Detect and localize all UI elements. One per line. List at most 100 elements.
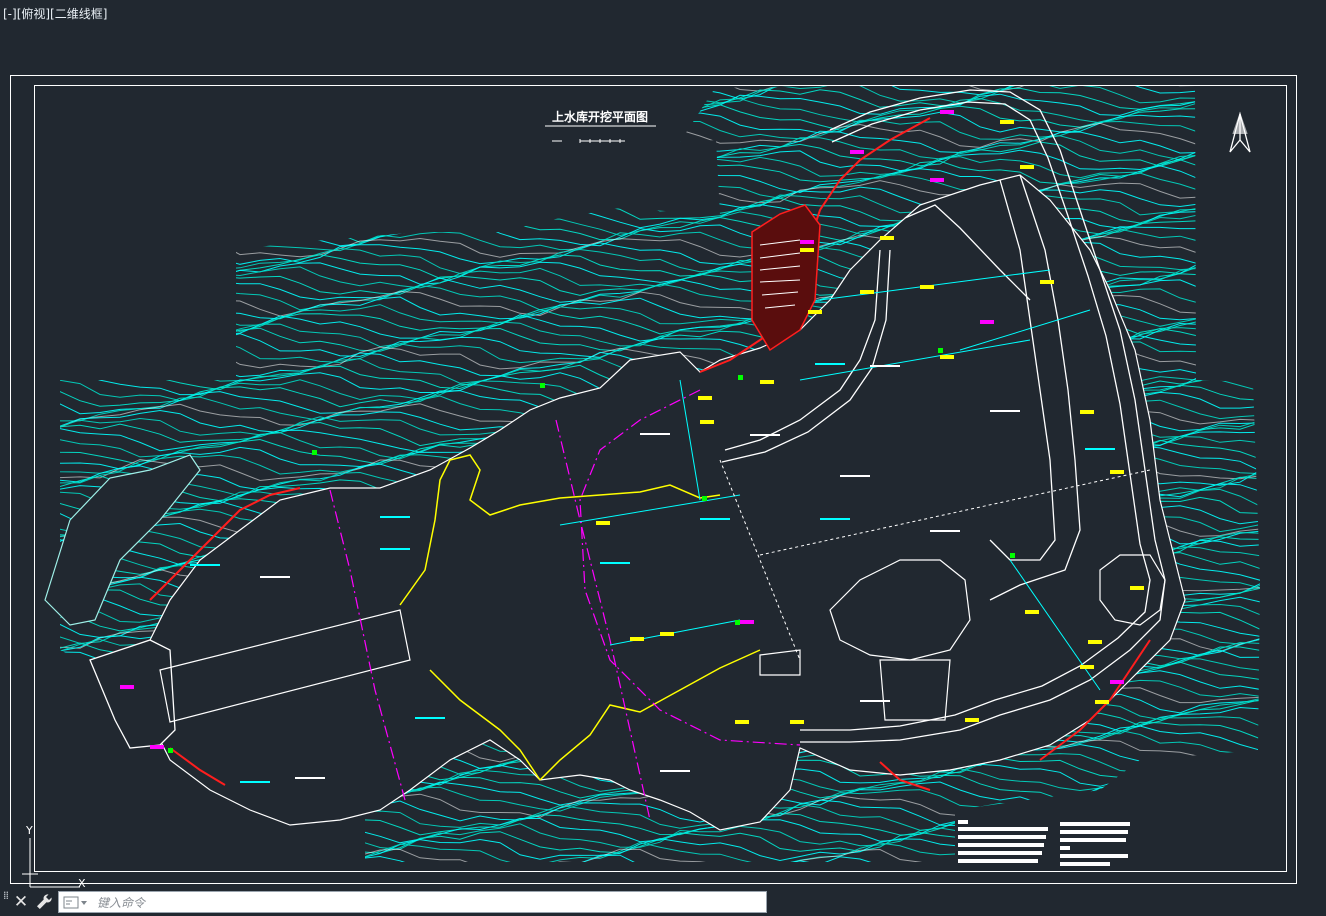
north-arrow-icon <box>1229 111 1251 153</box>
contour-line <box>60 122 1260 150</box>
drawing-canvas[interactable]: 上水库开挖平面图 Y X <box>0 0 1326 888</box>
annotation-marker <box>698 396 712 400</box>
contour-line <box>60 190 1260 216</box>
annotation-marker <box>1080 410 1094 414</box>
annotation-marker <box>965 718 979 722</box>
annotation-marker <box>930 178 944 182</box>
contour-line <box>60 135 1260 163</box>
annotation-marker <box>312 450 317 455</box>
annotation-label-line <box>700 518 730 520</box>
contour-line <box>60 197 1260 224</box>
annotation-marker <box>880 236 894 240</box>
left-intake <box>89 639 176 749</box>
annotation-marker <box>1010 553 1015 558</box>
contour-line <box>60 803 1260 832</box>
annotation-marker <box>850 150 864 154</box>
annotation-label-line <box>840 475 870 477</box>
annotation-marker <box>1020 165 1034 169</box>
close-icon[interactable]: ✕ <box>12 892 30 912</box>
annotation-marker <box>760 380 774 384</box>
annotation-marker <box>660 632 674 636</box>
contour-line <box>60 234 1260 262</box>
annotation-marker <box>920 285 934 289</box>
contour-line <box>60 86 1260 106</box>
annotation-label-line <box>640 433 670 435</box>
annotation-marker <box>702 496 707 501</box>
wrench-icon[interactable] <box>34 892 54 912</box>
ucs-y-label: Y <box>25 824 33 837</box>
annotation-marker <box>1130 586 1144 590</box>
contour-line <box>60 247 1260 275</box>
annotation-marker <box>940 110 954 114</box>
annotation-marker <box>790 720 804 724</box>
annotation-marker <box>940 355 954 359</box>
contour-line <box>60 141 1260 169</box>
contour-line <box>60 848 1260 862</box>
annotation-marker <box>120 685 134 689</box>
notes-block <box>958 820 1130 866</box>
command-prompt-icon[interactable] <box>63 896 89 910</box>
annotation-marker <box>808 310 822 314</box>
annotation-marker <box>740 620 754 624</box>
contour-line <box>60 254 1260 280</box>
annotation-marker <box>1095 700 1109 704</box>
annotation-label-line <box>380 516 410 518</box>
contour-line <box>60 228 1260 254</box>
annotation-label-line <box>600 562 630 564</box>
annotation-label-line <box>660 770 690 772</box>
annotation-marker <box>596 521 610 525</box>
annotation-marker <box>735 720 749 724</box>
annotation-marker <box>800 240 814 244</box>
contour-line <box>60 172 1260 199</box>
contour-line <box>60 797 1260 826</box>
annotation-marker <box>980 320 994 324</box>
annotation-label-line <box>990 410 1020 412</box>
command-input-box[interactable] <box>58 891 767 913</box>
annotation-marker <box>800 248 814 252</box>
annotation-label-line <box>860 700 890 702</box>
annotation-label-line <box>190 564 220 566</box>
annotation-marker <box>860 290 874 294</box>
annotation-marker <box>1088 640 1102 644</box>
annotation-label-line <box>750 434 780 436</box>
annotation-marker <box>1000 120 1014 124</box>
annotation-marker <box>738 375 743 380</box>
drag-grip-icon[interactable]: ⁞⁞ <box>3 890 9 911</box>
contour-line <box>60 86 1260 101</box>
annotation-marker <box>1080 665 1094 669</box>
command-input[interactable] <box>95 893 759 913</box>
annotation-marker <box>150 745 164 749</box>
annotation-marker <box>700 420 714 424</box>
drawing-title-text: 上水库开挖平面图 <box>552 109 648 124</box>
contour-line <box>60 97 1260 124</box>
ucs-icon: Y X <box>22 824 86 888</box>
annotation-marker <box>540 383 545 388</box>
annotation-marker <box>1040 280 1054 284</box>
contour-line <box>60 130 1260 154</box>
annotation-label-line <box>815 363 845 365</box>
annotation-marker <box>630 637 644 641</box>
contour-line <box>60 240 1260 266</box>
annotation-label-line <box>415 717 445 719</box>
annotation-label-line <box>380 548 410 550</box>
ucs-x-label: X <box>78 877 86 888</box>
contour-line <box>60 86 1260 92</box>
annotation-label-line <box>1085 448 1115 450</box>
contour-line <box>60 214 1260 243</box>
annotation-label-line <box>870 365 900 367</box>
contour-line <box>60 93 1260 116</box>
annotation-label-line <box>240 781 270 783</box>
contour-line <box>60 152 1260 181</box>
annotation-marker <box>1110 470 1124 474</box>
annotation-marker <box>1025 610 1039 614</box>
contour-line <box>60 823 1260 850</box>
drawing-title: 上水库开挖平面图 <box>545 109 656 143</box>
annotation-label-line <box>930 530 960 532</box>
annotation-label-line <box>295 777 325 779</box>
command-line-bar: ⁞⁞ ✕ <box>0 888 1326 916</box>
contour-line <box>60 202 1260 229</box>
contour-line <box>60 184 1260 213</box>
contour-line <box>60 111 1260 137</box>
annotation-label-line <box>820 518 850 520</box>
annotation-marker <box>1110 680 1124 684</box>
